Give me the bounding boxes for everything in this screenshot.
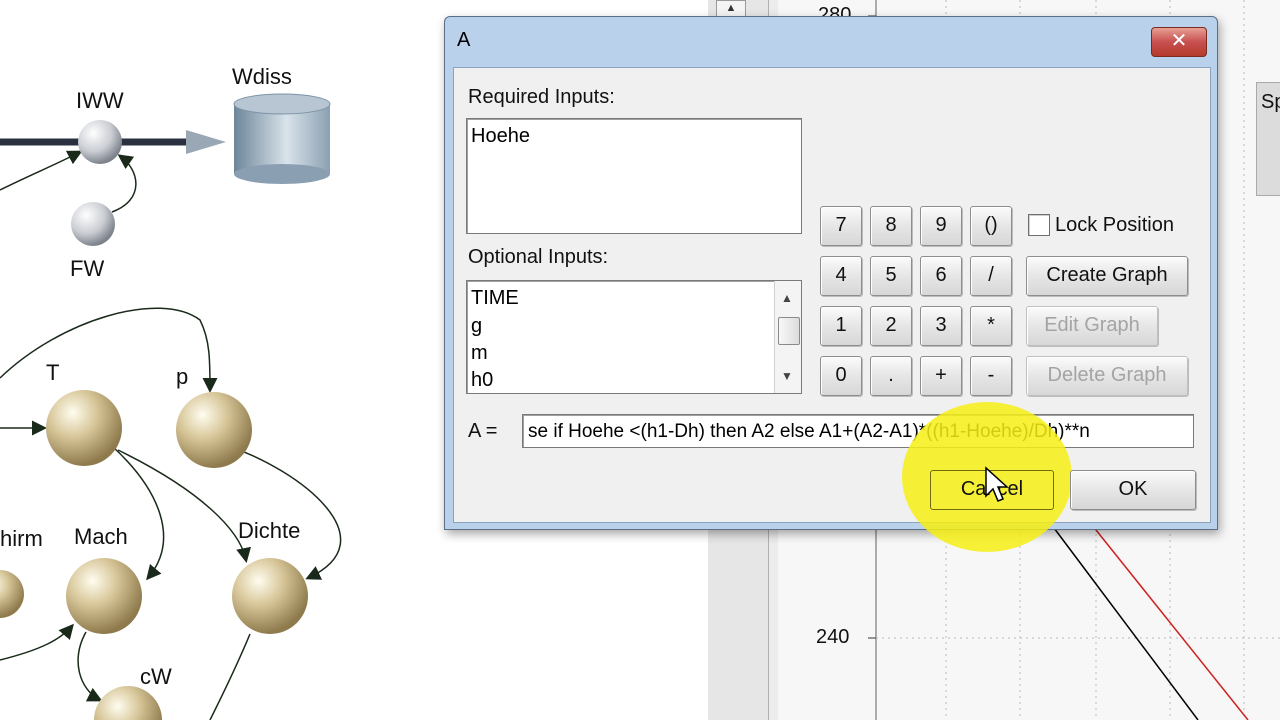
series-line-black [1047,519,1199,720]
iww-node-icon [78,120,122,164]
key-2-button[interactable]: 2 [870,306,912,346]
node-label-fw: FW [70,256,105,281]
node-label-mach: Mach [74,524,128,549]
key-divide-button[interactable]: / [970,256,1012,296]
scroll-thumb[interactable] [778,317,800,345]
key-parens-button[interactable]: () [970,206,1012,246]
list-item[interactable]: Hoehe [471,125,530,148]
key-6-button[interactable]: 6 [920,256,962,296]
node-label-wdiss: Wdiss [232,64,292,89]
lock-position-label: Lock Position [1055,214,1174,236]
key-multiply-button[interactable]: * [970,306,1012,346]
t-node-icon [46,390,122,466]
key-4-button[interactable]: 4 [820,256,862,296]
formula-input[interactable]: se if Hoehe <(h1-Dh) then A2 else A1+(A2… [522,414,1194,448]
node-label-p: p [176,364,189,389]
key-7-button[interactable]: 7 [820,206,862,246]
dialog-title: A [457,29,471,51]
ok-button[interactable]: OK [1070,470,1196,510]
list-item[interactable]: m [471,342,488,365]
key-minus-button[interactable]: - [970,356,1012,396]
required-inputs-label: Required Inputs: [468,86,615,108]
key-8-button[interactable]: 8 [870,206,912,246]
optional-inputs-label: Optional Inputs: [468,246,609,268]
required-inputs-list[interactable]: Hoehe [466,118,802,234]
create-graph-button[interactable]: Create Graph [1026,256,1188,296]
optional-inputs-scrollbar[interactable]: ▲ ▼ [774,281,801,393]
node-label-cw: cW [140,664,172,689]
mouse-pointer-icon [985,466,1009,502]
side-panel-label: Sp [1261,91,1280,113]
wdiss-cylinder-icon [233,93,331,184]
key-decimal-button[interactable]: . [870,356,912,396]
y-tick-label: 240 [816,626,850,648]
scroll-up-icon[interactable]: ▲ [781,291,793,305]
scroll-down-icon[interactable]: ▼ [781,369,793,383]
key-5-button[interactable]: 5 [870,256,912,296]
model-diagram: IWW Wdiss FW T p hirm Mach Dichte cW [0,0,440,720]
list-item[interactable]: g [471,315,482,338]
side-panel[interactable]: Sp [1256,82,1280,196]
dichte-node-icon [232,558,308,634]
fw-node-icon [71,202,115,246]
close-icon: ✕ [1170,30,1188,52]
key-9-button[interactable]: 9 [920,206,962,246]
node-label-iww: IWW [76,88,124,113]
flow-arrowhead [186,130,226,154]
key-3-button[interactable]: 3 [920,306,962,346]
close-button[interactable]: ✕ [1151,27,1207,57]
lock-position-checkbox[interactable] [1028,214,1050,236]
node-label-dichte: Dichte [238,518,301,543]
key-1-button[interactable]: 1 [820,306,862,346]
node-label-t: T [46,360,60,385]
p-node-icon [176,392,252,468]
node-label-schirm: hirm [0,526,43,551]
list-item[interactable]: h0 [471,369,493,392]
series-line-red [1087,519,1249,720]
optional-inputs-list[interactable]: TIME g m h0 ▲ ▼ [466,280,802,394]
key-plus-button[interactable]: + [920,356,962,396]
formula-label: A = [468,420,498,442]
key-0-button[interactable]: 0 [820,356,862,396]
edit-graph-button[interactable]: Edit Graph [1026,306,1158,346]
cw-node-icon [94,686,162,720]
schirm-node-icon [0,570,24,618]
delete-graph-button[interactable]: Delete Graph [1026,356,1188,396]
list-item[interactable]: TIME [471,287,519,310]
mach-node-icon [66,558,142,634]
diagram-connections [0,93,342,720]
